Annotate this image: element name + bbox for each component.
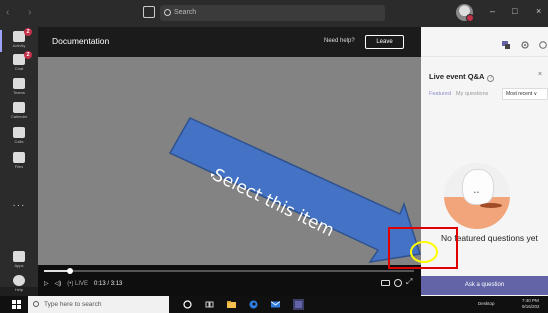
rail-label: Help	[14, 287, 24, 292]
video-player[interactable]	[38, 57, 421, 265]
cortana-icon[interactable]	[183, 300, 192, 309]
settings-icon[interactable]	[394, 279, 402, 287]
illustration-jar	[462, 169, 494, 205]
panel-title: Live event Q&A?	[429, 72, 495, 82]
more-apps-icon[interactable]: ···	[0, 200, 38, 211]
rail-item-help[interactable]: Help	[0, 271, 38, 299]
edge-icon[interactable]	[249, 300, 258, 309]
tab-my-questions[interactable]: My questions	[456, 91, 488, 97]
live-indicator: (•) LIVE	[67, 280, 89, 287]
teams-window: ‹ › Search – □ × 2 Activity 2 Chat Teams…	[0, 0, 548, 313]
rail-label: Calendar	[10, 114, 28, 119]
time-readout: 0:13 / 3:13	[94, 280, 123, 287]
windows-start-icon[interactable]	[12, 300, 21, 309]
file-explorer-icon[interactable]	[227, 300, 236, 309]
ask-question-button[interactable]: Ask a question	[421, 276, 548, 295]
help-icon	[13, 275, 25, 286]
taskbar-search-input[interactable]: Type here to search	[28, 296, 169, 313]
minimize-button[interactable]: –	[490, 6, 495, 16]
rail-label: Files	[14, 164, 24, 169]
task-view-icon[interactable]	[205, 300, 214, 309]
panel-title-text: Live event Q&A	[429, 72, 485, 81]
taskbar-search-placeholder: Type here to search	[44, 301, 102, 308]
clock[interactable]: 7:40 PM 9/16/202	[522, 298, 540, 310]
teams-icon	[13, 78, 25, 89]
rail-label: Calls	[14, 139, 24, 144]
search-icon	[33, 301, 39, 307]
search-input[interactable]: Search	[160, 5, 385, 21]
calendar-icon	[13, 102, 25, 113]
meeting-header: Documentation Need help? Leave	[38, 27, 421, 57]
empty-state-text: No featured questions yet	[441, 233, 538, 243]
need-help-link[interactable]: Need help?	[324, 38, 355, 44]
tab-featured[interactable]: Featured	[429, 91, 451, 97]
rail-label: Apps	[14, 263, 24, 268]
progress-handle[interactable]	[66, 268, 73, 274]
playback-controls: ▷ ◁) (•) LIVE 0:13 / 3:13 ⤢	[38, 265, 421, 296]
close-icon[interactable]: ×	[538, 71, 542, 78]
meeting-title: Documentation	[52, 36, 110, 46]
info-icon[interactable]	[539, 41, 547, 49]
teams-taskbar-icon[interactable]	[293, 299, 304, 310]
close-window-button[interactable]: ×	[536, 6, 541, 16]
play-button[interactable]: ▷	[44, 280, 49, 287]
rail-label: Activity	[12, 43, 26, 48]
leave-button[interactable]: Leave	[365, 35, 404, 49]
sort-dropdown[interactable]: Most recent ∨	[502, 88, 548, 100]
captions-icon[interactable]	[381, 280, 390, 286]
rail-item-calendar[interactable]: Calendar	[0, 98, 38, 126]
fullscreen-icon[interactable]: ⤢	[406, 277, 412, 287]
rail-label: Teams	[13, 90, 25, 95]
phone-icon	[13, 127, 25, 138]
back-forward-icon[interactable]: ‹ ›	[6, 7, 39, 18]
progress-bar[interactable]	[44, 268, 414, 274]
illustration-face: • •	[474, 190, 479, 196]
rail-item-calls[interactable]: Calls	[0, 123, 38, 151]
compose-icon[interactable]	[143, 6, 155, 18]
qa-panel: Live event Q&A? × Featured My questions …	[421, 27, 548, 296]
volume-icon[interactable]: ◁)	[55, 280, 62, 287]
chat-bubble-icon[interactable]	[502, 41, 510, 49]
notification-badge: 2	[24, 51, 32, 59]
taskbar: Type here to search Desktop 7:40 PM 9/16…	[0, 296, 548, 313]
gear-icon[interactable]	[521, 41, 529, 49]
title-bar: ‹ › Search – □ ×	[0, 0, 548, 27]
rail-item-files[interactable]: Files	[0, 148, 38, 176]
clock-date: 9/16/202	[522, 304, 540, 309]
rail-label: Chat	[14, 66, 24, 71]
notification-badge: 2	[24, 28, 32, 36]
illustration-pad	[480, 203, 502, 208]
control-group: ▷ ◁) (•) LIVE 0:13 / 3:13	[44, 280, 123, 288]
panel-toolbar	[421, 27, 548, 57]
file-icon	[13, 152, 25, 163]
search-icon	[164, 9, 171, 16]
mail-icon[interactable]	[271, 300, 280, 309]
help-icon[interactable]: ?	[487, 75, 495, 82]
search-placeholder: Search	[174, 9, 197, 16]
maximize-button[interactable]: □	[512, 6, 517, 16]
left-rail: 2 Activity 2 Chat Teams Calendar Calls F…	[0, 27, 38, 292]
empty-state-illustration: • •	[444, 163, 510, 229]
apps-icon	[13, 251, 25, 262]
desktop-label[interactable]: Desktop	[478, 301, 495, 306]
avatar[interactable]	[456, 4, 474, 22]
